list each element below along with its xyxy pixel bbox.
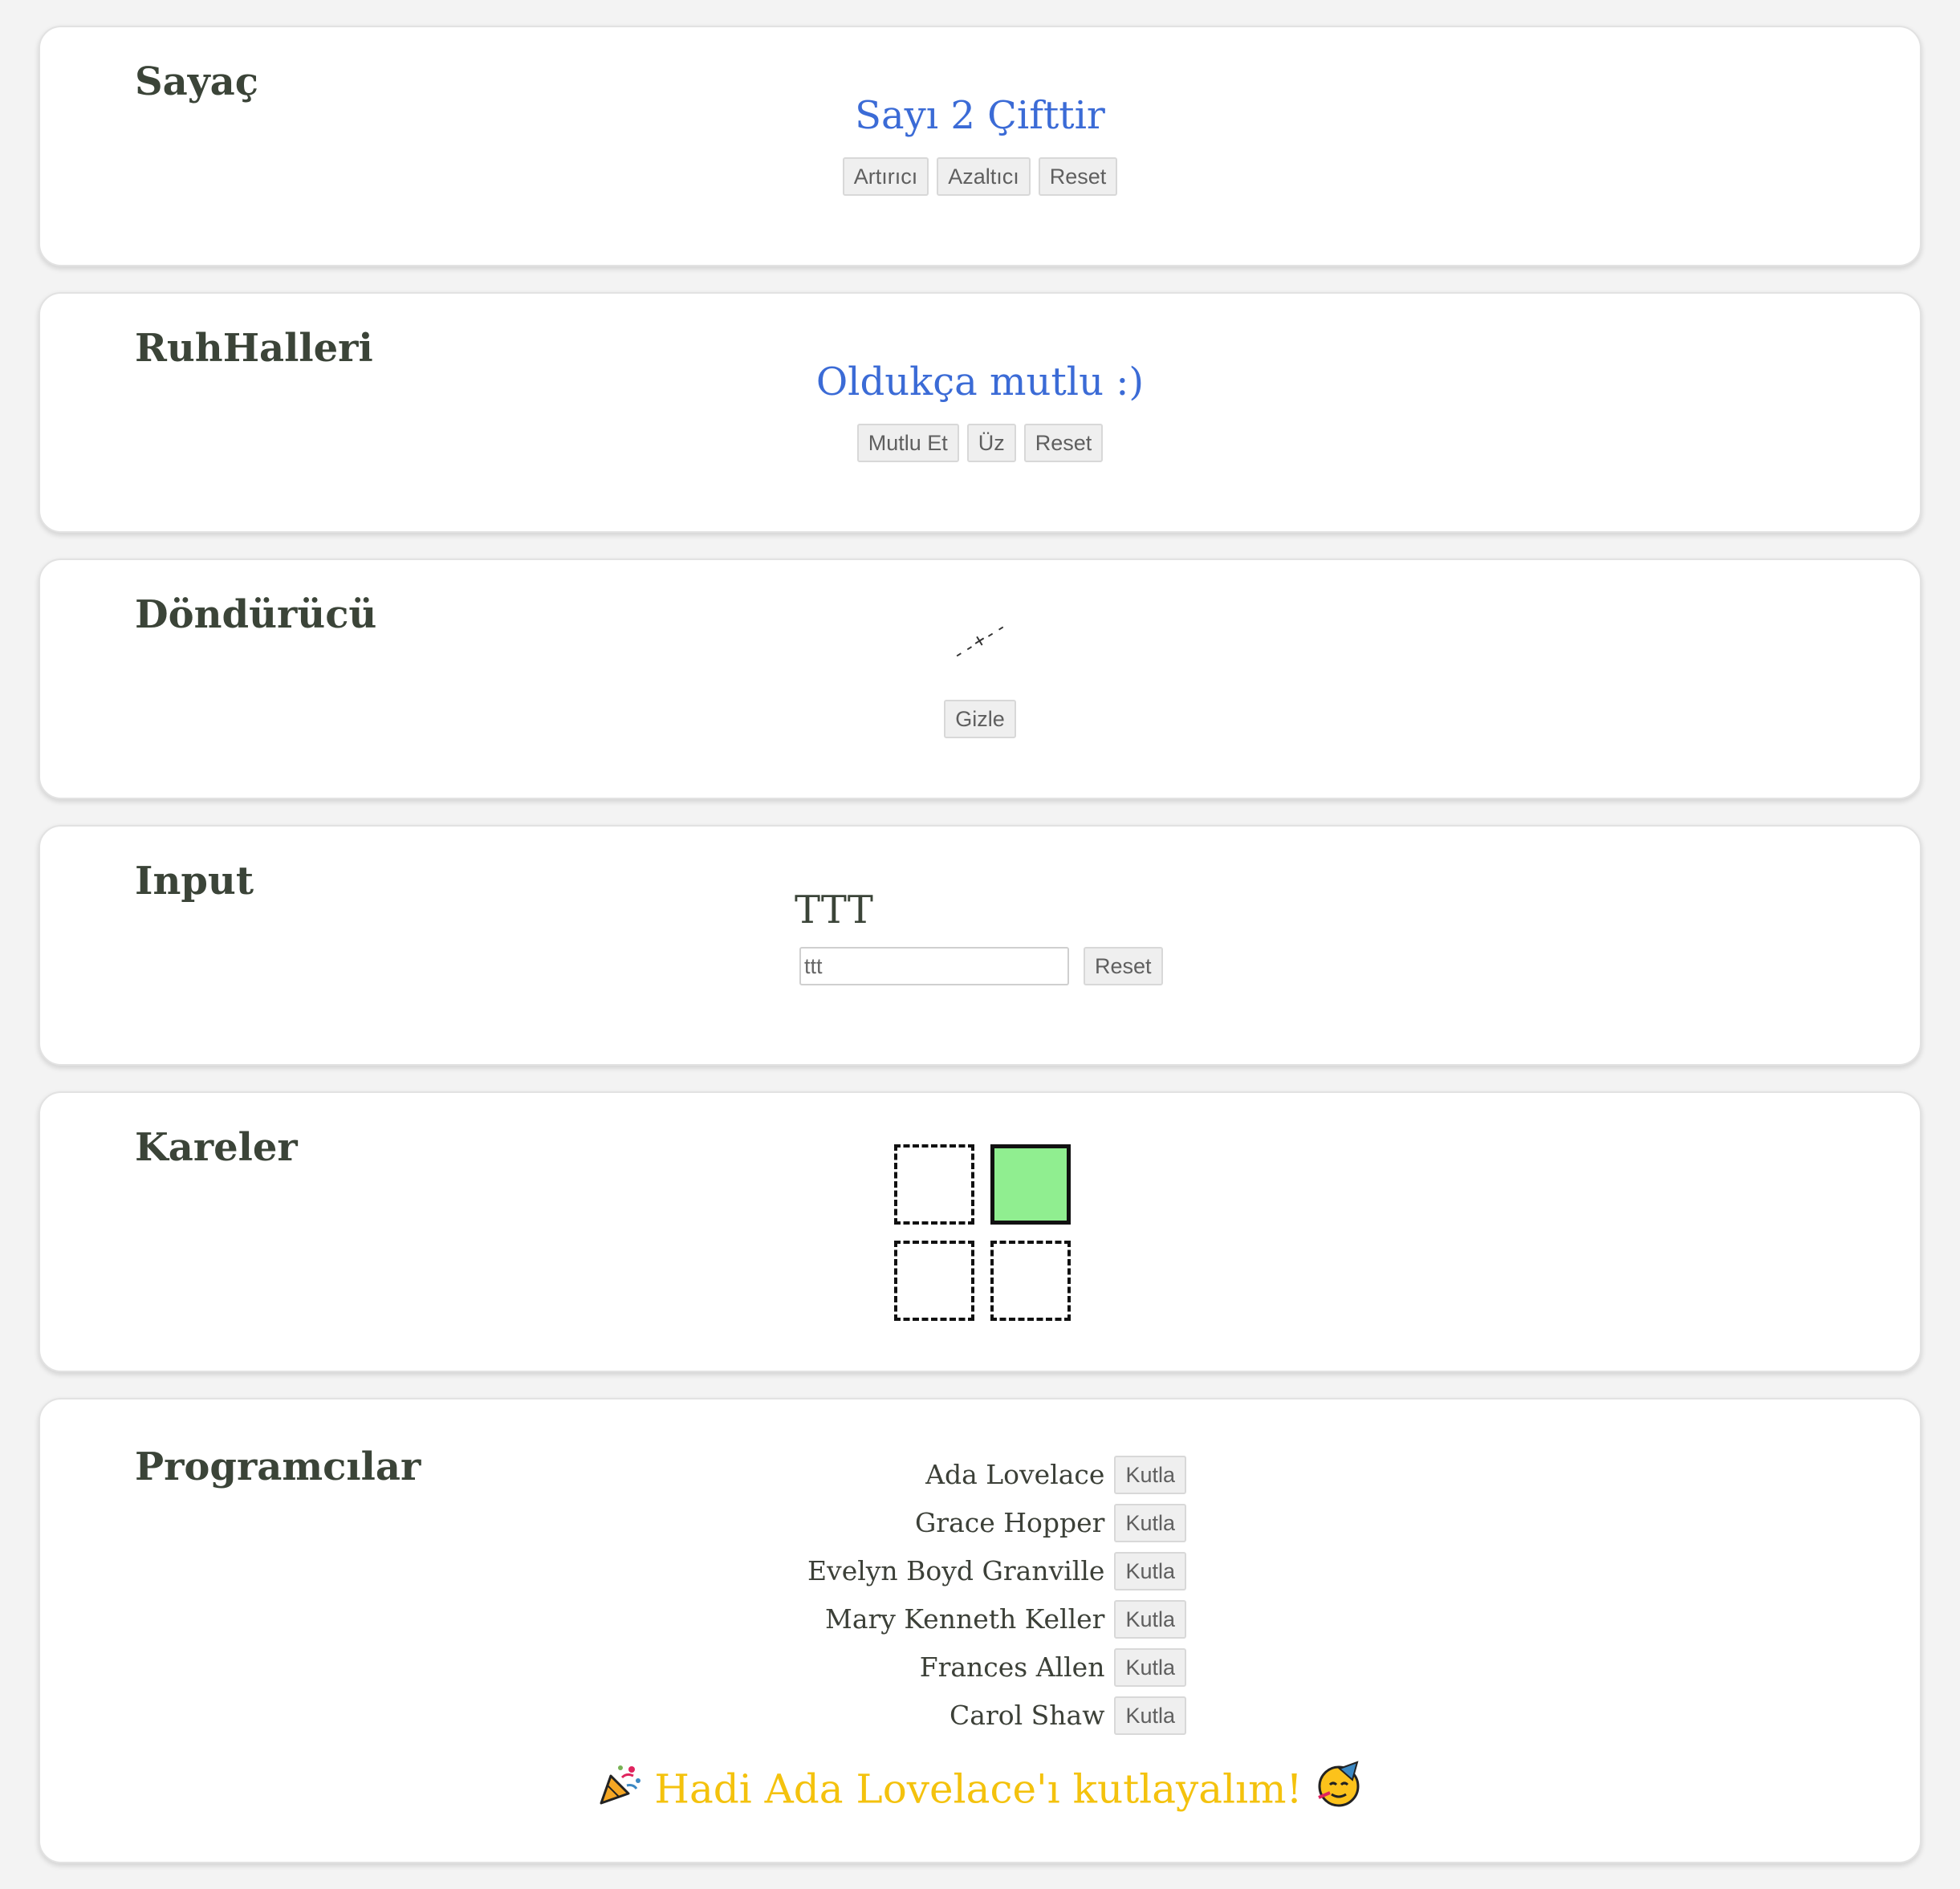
input-reset-button[interactable]: Reset [1084,947,1163,985]
list-item: Mary Kenneth Keller Kutla [40,1600,1186,1639]
celebrate-button[interactable]: Kutla [1114,1552,1186,1590]
mood-reset-button[interactable]: Reset [1023,424,1104,462]
sayac-title: Sayaç [135,59,258,104]
mood-buttons: Mutlu Et Üz Reset [40,424,1920,462]
celebrate-button[interactable]: Kutla [1114,1600,1186,1639]
square-1[interactable] [894,1144,974,1225]
party-popper-icon [598,1761,643,1817]
list-item: Frances Allen Kutla [40,1648,1186,1687]
celebrate-button[interactable]: Kutla [1114,1648,1186,1687]
input-title: Input [135,859,254,904]
spinner: --+-- [40,615,1920,669]
sayac-card: Sayaç Sayı 2 Çifttir Artırıcı Azaltıcı R… [39,26,1921,266]
spinner-icon: --+-- [947,614,1013,667]
programmer-name: Grace Hopper [914,1507,1105,1538]
increment-button[interactable]: Artırıcı [842,157,929,196]
hide-spinner-button[interactable]: Gizle [944,700,1016,738]
celebrate-button[interactable]: Kutla [1114,1696,1186,1735]
decrement-button[interactable]: Azaltıcı [937,157,1031,196]
celebrate-button[interactable]: Kutla [1114,1504,1186,1542]
square-4[interactable] [990,1241,1071,1321]
square-2[interactable] [990,1144,1071,1225]
celebrate-button[interactable]: Kutla [1114,1456,1186,1494]
mood-message: Oldukça mutlu :) [815,360,1145,404]
partying-face-icon [1315,1761,1362,1818]
programmer-name: Carol Shaw [950,1700,1105,1731]
kareler-title: Kareler [135,1125,298,1170]
kareler-card: Kareler [39,1091,1921,1372]
list-item: Grace Hopper Kutla [40,1504,1186,1542]
sayac-reset-button[interactable]: Reset [1038,157,1118,196]
programmer-name: Mary Kenneth Keller [825,1603,1105,1635]
sayac-buttons: Artırıcı Azaltıcı Reset [40,157,1920,196]
spinner-buttons: Gizle [40,700,1920,738]
programmer-name: Ada Lovelace [925,1459,1105,1490]
ruhhalleri-title: RuhHalleri [135,326,373,371]
list-item: Evelyn Boyd Granville Kutla [40,1552,1186,1590]
programmer-name: Frances Allen [919,1651,1105,1683]
programcilar-card: Programcılar Ada Lovelace Kutla Grace Hop… [39,1398,1921,1863]
celebration-text: Hadi Ada Lovelace'ı kutlayalım! [654,1765,1303,1813]
dondurucu-title: Döndürücü [135,592,377,637]
celebration-banner: Hadi Ada Lovelace'ı kutlayalım! [40,1761,1920,1818]
square-3[interactable] [894,1241,974,1321]
sayac-message: Sayı 2 Çifttir [855,93,1105,138]
input-display: TTT [795,888,873,932]
ruhhalleri-card: RuhHalleri Oldukça mutlu :) Mutlu Et Üz … [39,292,1921,533]
list-item: Ada Lovelace Kutla [40,1456,1186,1494]
make-happy-button[interactable]: Mutlu Et [856,424,959,462]
programmer-name: Evelyn Boyd Granville [807,1555,1105,1586]
dondurucu-card: Döndürücü --+-- Gizle [39,559,1921,799]
input-card: Input TTT ttt Reset [39,825,1921,1066]
text-input[interactable]: ttt [799,947,1069,985]
list-item: Carol Shaw Kutla [40,1696,1186,1735]
make-sad-button[interactable]: Üz [966,424,1016,462]
